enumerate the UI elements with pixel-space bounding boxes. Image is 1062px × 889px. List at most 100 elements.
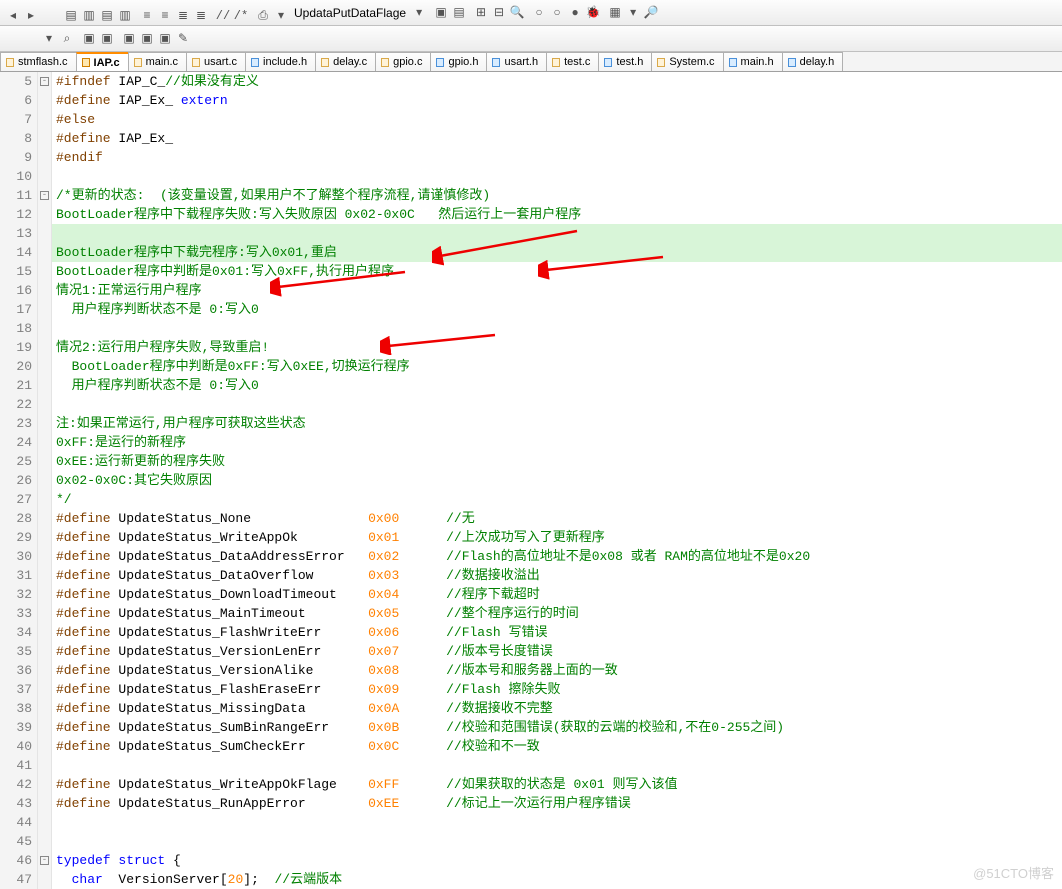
toolbar-icon[interactable]: 🔍 bbox=[508, 3, 526, 21]
toolbar-icon[interactable]: ▦ bbox=[606, 3, 624, 21]
code-line[interactable]: 21 用户程序判断状态不是 0:写入0 bbox=[0, 376, 1062, 395]
fold-gutter[interactable] bbox=[38, 737, 52, 756]
fold-gutter[interactable]: - bbox=[38, 72, 52, 91]
toolbar-icon[interactable]: ▣ bbox=[120, 29, 138, 47]
code-text[interactable]: 0xFF:是运行的新程序 bbox=[52, 433, 1062, 452]
file-tab[interactable]: delay.c bbox=[315, 52, 376, 71]
code-text[interactable]: #define UpdateStatus_SumBinRangeErr 0x0B… bbox=[52, 718, 1062, 737]
file-tab[interactable]: test.h bbox=[598, 52, 652, 71]
toolbar-icon[interactable] bbox=[40, 1, 58, 19]
fold-gutter[interactable] bbox=[38, 471, 52, 490]
code-text[interactable]: #endif bbox=[52, 148, 1062, 167]
code-text[interactable] bbox=[52, 224, 1062, 243]
file-tab[interactable]: main.c bbox=[128, 52, 187, 71]
code-line[interactable]: 19情况2:运行用户程序失败,导致重启! bbox=[0, 338, 1062, 357]
code-line[interactable]: 36#define UpdateStatus_VersionAlike 0x08… bbox=[0, 661, 1062, 680]
file-tab[interactable]: gpio.c bbox=[375, 52, 431, 71]
toolbar-icon[interactable]: ▥ bbox=[116, 6, 134, 24]
code-line[interactable]: 17 用户程序判断状态不是 0:写入0 bbox=[0, 300, 1062, 319]
code-text[interactable]: #define UpdateStatus_DownloadTimeout 0x0… bbox=[52, 585, 1062, 604]
code-text[interactable]: #ifndef IAP_C_//如果没有定义 bbox=[52, 72, 1062, 91]
file-tab[interactable]: System.c bbox=[651, 52, 723, 71]
fold-gutter[interactable] bbox=[38, 680, 52, 699]
toolbar-icon[interactable]: ▾ bbox=[272, 6, 290, 24]
code-text[interactable]: #define UpdateStatus_WriteAppOk 0x01 //上… bbox=[52, 528, 1062, 547]
code-line[interactable]: 31#define UpdateStatus_DataOverflow 0x03… bbox=[0, 566, 1062, 585]
code-text[interactable]: 情况1:正常运行用户程序 bbox=[52, 281, 1062, 300]
fold-gutter[interactable] bbox=[38, 699, 52, 718]
fold-gutter[interactable] bbox=[38, 452, 52, 471]
toolbar-icon[interactable]: ▸ bbox=[22, 6, 40, 24]
toolbar-icon[interactable]: ≣ bbox=[192, 6, 210, 24]
fold-gutter[interactable] bbox=[38, 281, 52, 300]
toolbar-icon[interactable]: ▣ bbox=[432, 3, 450, 21]
code-text[interactable]: #define UpdateStatus_None 0x00 //无 bbox=[52, 509, 1062, 528]
code-text[interactable]: #define IAP_Ex_ bbox=[52, 129, 1062, 148]
code-line[interactable]: 7#else bbox=[0, 110, 1062, 129]
code-line[interactable]: 15BootLoader程序中判断是0x01:写入0xFF,执行用户程序 bbox=[0, 262, 1062, 281]
fold-gutter[interactable] bbox=[38, 110, 52, 129]
code-text[interactable] bbox=[52, 395, 1062, 414]
toolbar-icon[interactable]: ○ bbox=[548, 4, 566, 22]
toolbar-icon[interactable]: /* bbox=[232, 7, 250, 25]
fold-gutter[interactable] bbox=[38, 775, 52, 794]
code-text[interactable]: #define UpdateStatus_SumCheckErr 0x0C //… bbox=[52, 737, 1062, 756]
code-line[interactable]: 6#define IAP_Ex_ extern bbox=[0, 91, 1062, 110]
file-tab[interactable]: test.c bbox=[546, 52, 599, 71]
code-line[interactable]: 28#define UpdateStatus_None 0x00 //无 bbox=[0, 509, 1062, 528]
toolbar-icon[interactable]: ▤ bbox=[98, 6, 116, 24]
fold-gutter[interactable] bbox=[38, 794, 52, 813]
code-line[interactable]: 11-/*更新的状态: (该变量设置,如果用户不了解整个程序流程,请谨慎修改) bbox=[0, 186, 1062, 205]
fold-gutter[interactable] bbox=[38, 319, 52, 338]
code-text[interactable]: #else bbox=[52, 110, 1062, 129]
code-text[interactable]: BootLoader程序中判断是0xFF:写入0xEE,切换运行程序 bbox=[52, 357, 1062, 376]
fold-gutter[interactable] bbox=[38, 300, 52, 319]
file-tab[interactable]: IAP.c bbox=[76, 52, 129, 71]
code-text[interactable]: #define UpdateStatus_FlashEraseErr 0x09 … bbox=[52, 680, 1062, 699]
fold-gutter[interactable] bbox=[38, 395, 52, 414]
code-text[interactable]: #define UpdateStatus_RunAppError 0xEE //… bbox=[52, 794, 1062, 813]
fold-gutter[interactable] bbox=[38, 262, 52, 281]
fold-gutter[interactable]: - bbox=[38, 186, 52, 205]
toolbar-icon[interactable]: ○ bbox=[530, 4, 548, 22]
code-text[interactable]: typedef struct { bbox=[52, 851, 1062, 870]
code-text[interactable]: BootLoader程序中下载完程序:写入0x01,重启 bbox=[52, 243, 1062, 262]
code-text[interactable]: */ bbox=[52, 490, 1062, 509]
fold-gutter[interactable] bbox=[38, 148, 52, 167]
code-line[interactable]: 27*/ bbox=[0, 490, 1062, 509]
fold-gutter[interactable] bbox=[38, 433, 52, 452]
code-line[interactable]: 5-#ifndef IAP_C_//如果没有定义 bbox=[0, 72, 1062, 91]
fold-gutter[interactable] bbox=[38, 129, 52, 148]
code-text[interactable]: 情况2:运行用户程序失败,导致重启! bbox=[52, 338, 1062, 357]
file-tab[interactable]: usart.h bbox=[486, 52, 547, 71]
code-text[interactable] bbox=[52, 319, 1062, 338]
toolbar-icon[interactable]: ● bbox=[566, 4, 584, 22]
fold-gutter[interactable] bbox=[38, 205, 52, 224]
code-text[interactable]: 用户程序判断状态不是 0:写入0 bbox=[52, 300, 1062, 319]
code-text[interactable] bbox=[52, 813, 1062, 832]
code-text[interactable]: /*更新的状态: (该变量设置,如果用户不了解整个程序流程,请谨慎修改) bbox=[52, 186, 1062, 205]
code-line[interactable]: 260x02-0x0C:其它失败原因 bbox=[0, 471, 1062, 490]
code-line[interactable]: 30#define UpdateStatus_DataAddressError … bbox=[0, 547, 1062, 566]
toolbar-icon[interactable]: ⎙ bbox=[254, 7, 272, 25]
toolbar-icon[interactable]: ≡ bbox=[138, 7, 156, 25]
fold-gutter[interactable] bbox=[38, 661, 52, 680]
toolbar-icon[interactable]: ▣ bbox=[156, 29, 174, 47]
code-line[interactable]: 240xFF:是运行的新程序 bbox=[0, 433, 1062, 452]
code-text[interactable]: #define IAP_Ex_ extern bbox=[52, 91, 1062, 110]
code-text[interactable]: char VersionServer[20]; //云端版本 bbox=[52, 870, 1062, 889]
fold-gutter[interactable] bbox=[38, 338, 52, 357]
code-text[interactable]: BootLoader程序中下载程序失败:写入失败原因 0x02-0x0C 然后运… bbox=[52, 205, 1062, 224]
file-tab[interactable]: stmflash.c bbox=[0, 52, 77, 71]
toolbar-icon[interactable]: ▾ bbox=[410, 3, 428, 21]
symbol-dropdown[interactable]: UpdataPutDataFlage bbox=[294, 6, 406, 20]
code-text[interactable]: #define UpdateStatus_MissingData 0x0A //… bbox=[52, 699, 1062, 718]
toolbar-icon[interactable]: ▾ bbox=[624, 3, 642, 21]
fold-gutter[interactable] bbox=[38, 357, 52, 376]
fold-gutter[interactable] bbox=[38, 813, 52, 832]
code-text[interactable]: #define UpdateStatus_VersionLenErr 0x07 … bbox=[52, 642, 1062, 661]
fold-gutter[interactable] bbox=[38, 490, 52, 509]
code-line[interactable]: 47 char VersionServer[20]; //云端版本 bbox=[0, 870, 1062, 889]
code-line[interactable]: 44 bbox=[0, 813, 1062, 832]
toolbar-icon[interactable]: ⌕ bbox=[58, 30, 76, 48]
